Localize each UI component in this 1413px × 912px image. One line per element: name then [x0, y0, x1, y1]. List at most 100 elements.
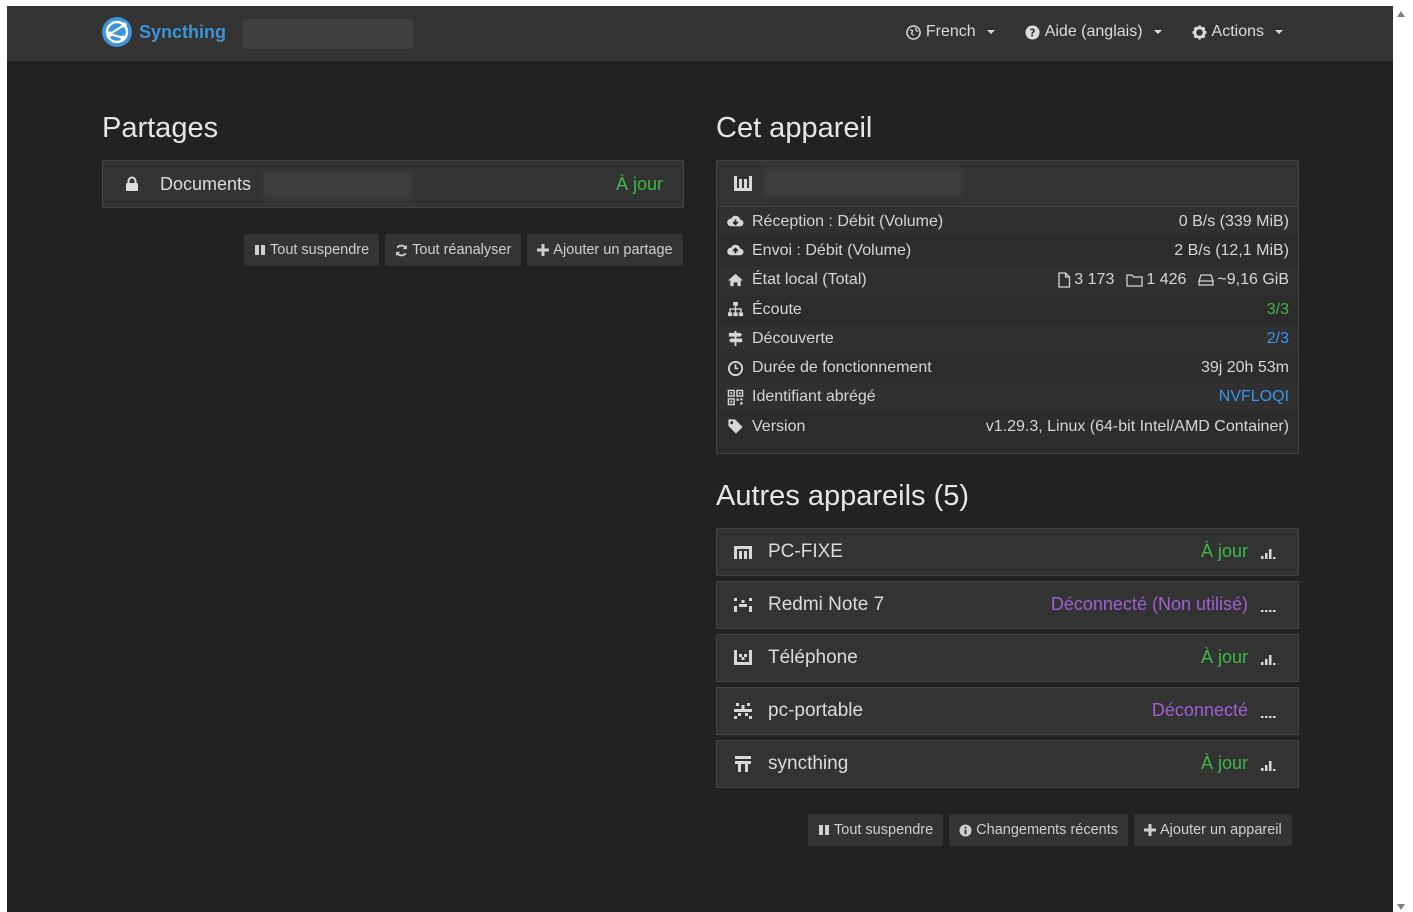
folder-actions: Tout suspendre Tout réanalyser Ajouter u… — [244, 234, 683, 266]
help-label: Aide (anglais) — [1044, 23, 1143, 40]
device-name-redacted — [243, 19, 413, 49]
info-value: 0 B/s (339 MiB) — [1178, 212, 1289, 230]
add-folder-label: Ajouter un partage — [553, 242, 673, 258]
remote-devices-heading: Autres appareils (5) — [716, 480, 970, 512]
device-identicon-icon — [734, 176, 752, 191]
this-device-header[interactable] — [717, 161, 1298, 207]
remote-device-pc-portable[interactable]: pc-portable Déconnecté — [716, 687, 1299, 735]
recent-changes-button[interactable]: Changements récents — [949, 814, 1129, 846]
scroll-up-arrow-icon[interactable] — [1397, 11, 1405, 17]
page-scrollbar[interactable] — [1393, 6, 1413, 912]
signal-none-icon — [1261, 716, 1276, 718]
info-row-download: Réception : Débit (Volume) 0 B/s (339 Mi… — [717, 207, 1298, 237]
device-actions: Tout suspendre Changements récents Ajout… — [808, 814, 1292, 846]
remote-device-status: Déconnecté (Non utilisé) — [1050, 594, 1248, 614]
hdd-icon — [1198, 274, 1215, 286]
folder-count: 1 426 — [1126, 271, 1186, 289]
actions-menu[interactable]: Actions — [1192, 23, 1283, 41]
syncthing-logo-icon — [102, 17, 132, 47]
info-row-short-id: Identifiant abrégé NVFLOQI — [717, 382, 1298, 413]
remote-device-syncthing[interactable]: syncthing À jour — [716, 740, 1299, 788]
remote-device-redmi-note-7[interactable]: Redmi Note 7 Déconnecté (Non utilisé) — [716, 581, 1299, 629]
pause-icon — [255, 245, 265, 255]
file-count-value: 3 173 — [1074, 271, 1115, 289]
qrcode-icon — [727, 389, 744, 406]
info-label-short-id: Identifiant abrégé — [727, 388, 876, 406]
gear-icon — [1192, 24, 1207, 40]
cloud-download-icon — [727, 215, 744, 227]
signal-strength-icon — [1261, 549, 1276, 559]
device-identicon-icon — [734, 546, 752, 559]
folder-name: Documents — [160, 174, 252, 194]
device-identicon-icon — [734, 703, 752, 719]
cloud-upload-icon — [727, 245, 744, 256]
this-device-name-redacted — [763, 169, 963, 197]
folder-panel-documents[interactable]: Documents À jour — [102, 160, 684, 208]
language-menu[interactable]: French — [906, 23, 995, 41]
info-label-uptime: Durée de fonctionnement — [727, 359, 932, 377]
folder-status: À jour — [615, 174, 663, 194]
folder-icon — [1126, 274, 1143, 287]
app-viewport: Syncthing French ? Aide (anglais) Action… — [7, 6, 1393, 912]
tag-icon — [728, 419, 743, 434]
info-label-text: Écoute — [752, 300, 802, 318]
discovery-value[interactable]: 2/3 — [1267, 330, 1289, 348]
svg-text:?: ? — [1029, 27, 1035, 39]
remote-device-telephone[interactable]: Téléphone À jour — [716, 634, 1299, 682]
plus-icon — [1144, 824, 1157, 836]
remote-device-name: syncthing — [768, 753, 849, 774]
globe-icon — [906, 24, 921, 40]
info-label-text: Identifiant abrégé — [752, 388, 876, 406]
remote-device-pc-fixe[interactable]: PC-FIXE À jour — [716, 528, 1299, 576]
pause-all-folders-button[interactable]: Tout suspendre — [244, 234, 380, 266]
home-icon — [727, 273, 744, 286]
lock-icon — [126, 176, 138, 191]
caret-down-icon — [1275, 30, 1283, 34]
info-label-text: Envoi : Débit (Volume) — [752, 241, 912, 259]
help-menu[interactable]: ? Aide (anglais) — [1025, 23, 1162, 41]
clock-icon — [727, 360, 744, 376]
remote-device-name: pc-portable — [768, 700, 864, 721]
rescan-all-button[interactable]: Tout réanalyser — [385, 234, 522, 266]
info-value: 2 B/s (12,1 MiB) — [1174, 241, 1289, 259]
brand-name: Syncthing — [139, 21, 227, 42]
pause-all-devices-button[interactable]: Tout suspendre — [808, 814, 944, 846]
this-device-heading: Cet appareil — [716, 112, 873, 144]
listeners-value[interactable]: 3/3 — [1267, 301, 1289, 319]
info-row-discovery: Découverte 2/3 — [717, 324, 1298, 354]
actions-label: Actions — [1211, 23, 1264, 40]
info-label-download: Réception : Débit (Volume) — [727, 213, 943, 231]
question-circle-icon: ? — [1025, 24, 1040, 40]
info-row-upload: Envoi : Débit (Volume) 2 B/s (12,1 MiB) — [717, 236, 1298, 265]
info-row-uptime: Durée de fonctionnement 39j 20h 53m — [717, 353, 1298, 382]
short-id-value[interactable]: NVFLOQI — [1219, 388, 1289, 406]
add-folder-button[interactable]: Ajouter un partage — [527, 234, 683, 266]
info-circle-icon — [959, 823, 972, 837]
remote-device-name: PC-FIXE — [768, 541, 843, 562]
refresh-icon — [396, 244, 408, 256]
info-label-text: État local (Total) — [752, 271, 867, 289]
device-identicon-icon — [735, 756, 751, 772]
remote-device-status: À jour — [1200, 753, 1248, 773]
add-device-label: Ajouter un appareil — [1160, 822, 1282, 838]
pause-icon — [819, 825, 829, 835]
remote-device-name: Téléphone — [768, 647, 858, 668]
signal-none-icon — [1261, 610, 1276, 612]
folders-heading: Partages — [102, 112, 219, 144]
add-device-button[interactable]: Ajouter un appareil — [1134, 814, 1292, 846]
remote-device-status: À jour — [1200, 541, 1248, 561]
plus-icon — [537, 244, 550, 256]
navbar: Syncthing French ? Aide (anglais) Action… — [7, 6, 1393, 61]
navbar-menu: French ? Aide (anglais) Actions — [906, 23, 1283, 41]
pause-all-label: Tout suspendre — [270, 242, 370, 258]
local-state-counts: 3 173 1 426 ~9,16 GiB — [1057, 271, 1289, 289]
remote-device-status: Déconnecté — [1151, 700, 1248, 720]
info-row-local-state: État local (Total) 3 173 1 426 ~9,16 GiB — [717, 265, 1298, 295]
brand[interactable]: Syncthing — [101, 16, 226, 48]
this-device-panel: Réception : Débit (Volume) 0 B/s (339 Mi… — [716, 160, 1299, 454]
scroll-down-arrow-icon[interactable] — [1397, 904, 1405, 910]
device-identicon-icon — [734, 598, 752, 612]
device-identicon-icon — [734, 650, 752, 665]
uptime-value: 39j 20h 53m — [1200, 359, 1289, 377]
info-label-version: Version — [727, 418, 805, 436]
